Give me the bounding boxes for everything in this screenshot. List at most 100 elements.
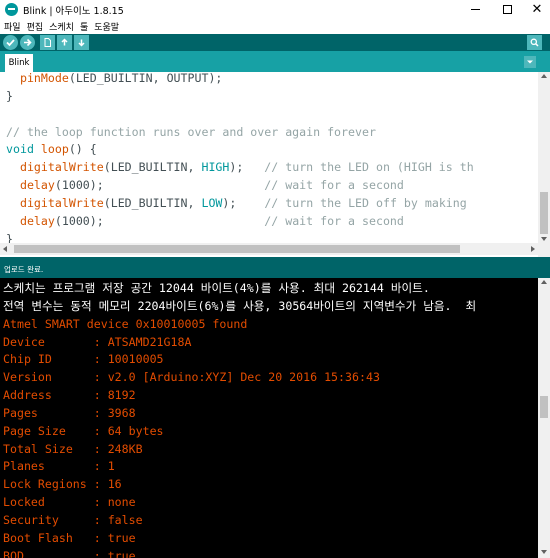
save-button[interactable] (74, 35, 89, 50)
tab-menu-button[interactable] (524, 56, 536, 68)
minimize-icon (470, 9, 480, 10)
arduino-logo-icon (5, 3, 18, 16)
menu-sketch[interactable]: 스케치 (49, 20, 74, 33)
verify-icon (6, 39, 15, 47)
scroll-thumb[interactable] (540, 396, 548, 418)
serial-monitor-button[interactable] (527, 35, 542, 50)
editor-vertical-scrollbar[interactable] (538, 72, 550, 257)
code-line[interactable]: delay(1000); // wait for a second (6, 213, 538, 231)
maximize-button[interactable] (490, 0, 524, 19)
console-vertical-scrollbar[interactable] (538, 278, 550, 558)
console-line: 전역 변수는 동적 메모리 2204바이트(6%)를 사용, 30564바이트의… (3, 298, 477, 313)
status-bar: 업로드 완료. (0, 257, 550, 278)
maximize-icon (502, 5, 512, 14)
code-token: () { (68, 142, 97, 157)
code-token: HIGH (201, 160, 230, 175)
serial-monitor-icon (530, 38, 539, 47)
console-line: Version : v2.0 [Arduino:XYZ] Dec 20 2016… (3, 370, 380, 385)
console-line: Security : false (3, 512, 143, 527)
console-line: Atmel SMART device 0x10010005 found (3, 316, 248, 331)
scroll-thumb[interactable] (540, 192, 548, 234)
toolbar (0, 34, 550, 51)
window-title: Blink | 아두이노 1.8.15 (23, 6, 124, 17)
console-lines: 스케치는 프로그램 저장 공간 12044 바이트(4%)를 사용. 최대 26… (3, 280, 539, 558)
upload-icon (24, 38, 32, 47)
scroll-down-icon[interactable] (541, 237, 547, 241)
console-line: Page Size : 64 bytes (3, 423, 164, 438)
code-line[interactable]: } (6, 88, 538, 106)
code-line[interactable]: digitalWrite(LED_BUILTIN, LOW); // turn … (6, 195, 538, 213)
code-area[interactable]: pinMode(LED_BUILTIN, OUTPUT);} // the loo… (6, 72, 538, 248)
console-line: Locked : none (3, 495, 136, 510)
new-icon (44, 38, 51, 47)
code-line[interactable]: pinMode(LED_BUILTIN, OUTPUT); (6, 72, 538, 88)
code-editor[interactable]: pinMode(LED_BUILTIN, OUTPUT);} // the loo… (0, 72, 550, 257)
menu-bar: 파일 편집 스케치 툴 도움말 (0, 19, 550, 34)
code-token: digitalWrite (19, 195, 104, 210)
scroll-up-icon[interactable] (541, 280, 547, 284)
verify-button[interactable] (3, 35, 18, 50)
code-token: (LED_BUILTIN, OUTPUT); (68, 72, 223, 85)
upload-button[interactable] (20, 35, 35, 50)
code-line[interactable]: delay(1000); // wait for a second (6, 177, 538, 195)
console-line: Planes : 1 (3, 459, 115, 474)
menu-tools[interactable]: 툴 (80, 20, 88, 33)
code-token: (1000); (54, 178, 265, 193)
console-line: 스케치는 프로그램 저장 공간 12044 바이트(4%)를 사용. 최대 26… (3, 281, 430, 295)
editor-horizontal-scrollbar[interactable] (0, 243, 538, 255)
menu-file[interactable]: 파일 (4, 20, 21, 33)
open-button[interactable] (57, 35, 72, 50)
save-icon (78, 39, 85, 47)
scroll-left-icon[interactable] (3, 246, 7, 252)
console-line: Lock Regions : 16 (3, 477, 122, 492)
scroll-thumb[interactable] (14, 245, 460, 253)
code-token: ); (229, 160, 265, 175)
code-token: pinMode (19, 72, 69, 85)
code-token: loop (40, 142, 69, 157)
tab-bar: Blink (0, 51, 550, 72)
title-bar: Blink | 아두이노 1.8.15 ✕ (0, 0, 550, 19)
console-line: Address : 8192 (3, 388, 136, 403)
code-token: ); (222, 195, 265, 210)
scroll-up-icon[interactable] (541, 74, 547, 78)
minimize-button[interactable] (458, 0, 492, 19)
code-token: LOW (201, 195, 223, 210)
code-token: } (6, 88, 13, 103)
code-line[interactable] (6, 106, 538, 124)
scroll-right-icon[interactable] (531, 246, 535, 252)
code-token: // wait for a second (264, 178, 404, 193)
code-token: void (6, 142, 34, 157)
tab-blink[interactable]: Blink (5, 54, 33, 72)
code-line[interactable]: // the loop function runs over and over … (6, 124, 538, 142)
code-token: (LED_BUILTIN, (103, 160, 202, 175)
scroll-down-icon[interactable] (541, 550, 547, 554)
console-line: Chip ID : 10010005 (3, 352, 164, 367)
code-token: // the loop function runs over and over … (6, 124, 376, 139)
console-line: Boot Flash : true (3, 530, 136, 545)
code-token: // wait for a second (264, 213, 404, 228)
console-line: BOD : true (3, 548, 136, 558)
menu-edit[interactable]: 편집 (27, 20, 44, 33)
code-token: delay (19, 178, 55, 193)
console-output[interactable]: 스케치는 프로그램 저장 공간 12044 바이트(4%)를 사용. 최대 26… (0, 278, 550, 558)
code-token: delay (19, 213, 55, 228)
new-button[interactable] (40, 35, 55, 50)
menu-help[interactable]: 도움말 (94, 20, 119, 33)
code-line[interactable]: digitalWrite(LED_BUILTIN, HIGH); // turn… (6, 159, 538, 177)
code-token: (1000); (54, 213, 265, 228)
console-line: Device : ATSAMD21G18A (3, 334, 192, 349)
code-token: // turn the LED on (HIGH is th (264, 160, 474, 175)
close-icon: ✕ (531, 2, 543, 17)
code-token: // turn the LED off by making (264, 195, 467, 210)
console-line: Total Size : 248KB (3, 441, 143, 456)
status-message: 업로드 완료. (4, 265, 44, 274)
close-button[interactable]: ✕ (520, 0, 550, 19)
code-line[interactable]: void loop() { (6, 141, 538, 159)
tab-menu-icon (527, 60, 533, 64)
